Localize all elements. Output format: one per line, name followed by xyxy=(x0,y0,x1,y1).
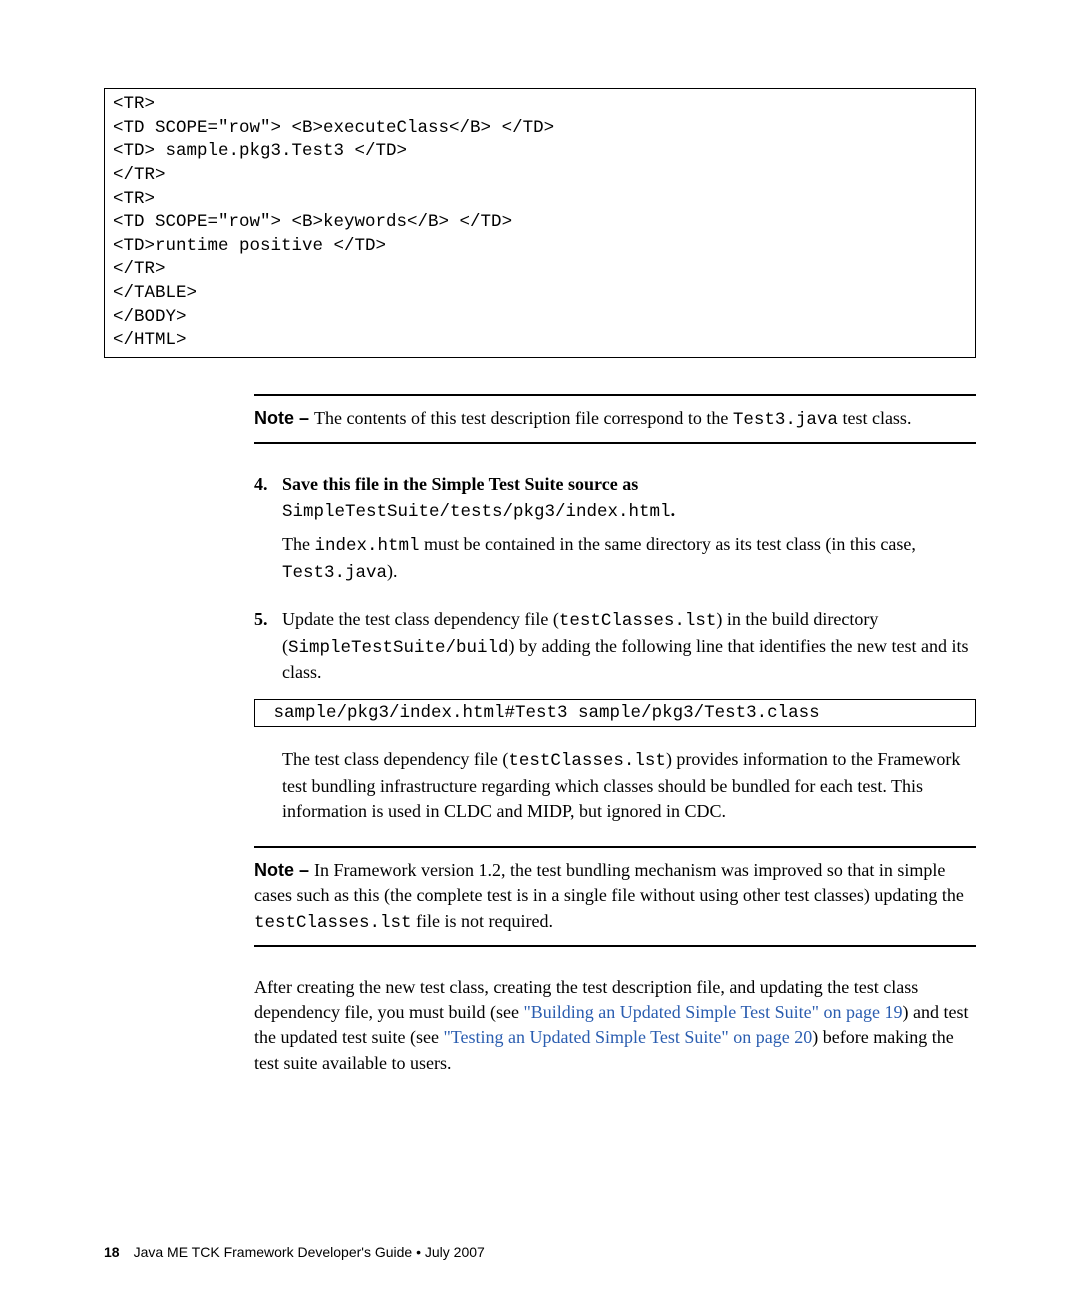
note-label: Note – xyxy=(254,408,314,428)
page-number: 18 xyxy=(104,1244,120,1260)
note-2: Note – In Framework version 1.2, the tes… xyxy=(254,846,976,947)
step4-head: Save this file in the Simple Test Suite … xyxy=(282,474,638,494)
t: The test class dependency file ( xyxy=(282,749,508,769)
m: SimpleTestSuite/build xyxy=(288,638,509,658)
step4-para: The index.html must be contained in the … xyxy=(282,532,976,585)
t: Update the test class dependency file ( xyxy=(282,609,559,629)
step-num: 5. xyxy=(254,607,282,685)
inline-code: sample/pkg3/index.html#Test3 sample/pkg3… xyxy=(254,699,976,727)
note-text-a: The contents of this test description fi… xyxy=(314,408,733,428)
link-building[interactable]: "Building an Updated Simple Test Suite" … xyxy=(523,1002,902,1022)
note-text-b: test class. xyxy=(838,408,912,428)
footer-text: Java ME TCK Framework Developer's Guide … xyxy=(134,1244,485,1260)
m: testClasses.lst xyxy=(508,751,666,771)
note-1: Note – The contents of this test descrip… xyxy=(254,394,976,445)
footer: 18 Java ME TCK Framework Developer's Guid… xyxy=(104,1244,485,1260)
note-mono: Test3.java xyxy=(733,410,838,430)
step-5: 5. Update the test class dependency file… xyxy=(254,607,976,685)
step4-path: SimpleTestSuite/tests/pkg3/index.html xyxy=(282,502,671,522)
step-body: Update the test class dependency file (t… xyxy=(282,607,976,685)
m: testClasses.lst xyxy=(559,611,717,631)
code-block: <TR> <TD SCOPE="row"> <B>executeClass</B… xyxy=(104,88,976,358)
t: The xyxy=(282,534,314,554)
step-body: Save this file in the Simple Test Suite … xyxy=(282,472,976,524)
step-4: 4. Save this file in the Simple Test Sui… xyxy=(254,472,976,524)
step-num: 4. xyxy=(254,472,282,524)
t: ). xyxy=(387,561,398,581)
t: In Framework version 1.2, the test bundl… xyxy=(254,860,964,905)
link-testing[interactable]: "Testing an Updated Simple Test Suite" o… xyxy=(443,1027,812,1047)
t: must be contained in the same directory … xyxy=(420,534,916,554)
step4-tail: . xyxy=(671,500,676,520)
note-label: Note – xyxy=(254,860,314,880)
t: file is not required. xyxy=(412,911,553,931)
final-para: After creating the new test class, creat… xyxy=(254,975,976,1076)
m: testClasses.lst xyxy=(254,913,412,933)
m: Test3.java xyxy=(282,563,387,583)
step5-para: The test class dependency file (testClas… xyxy=(282,747,976,824)
m: index.html xyxy=(314,536,419,556)
